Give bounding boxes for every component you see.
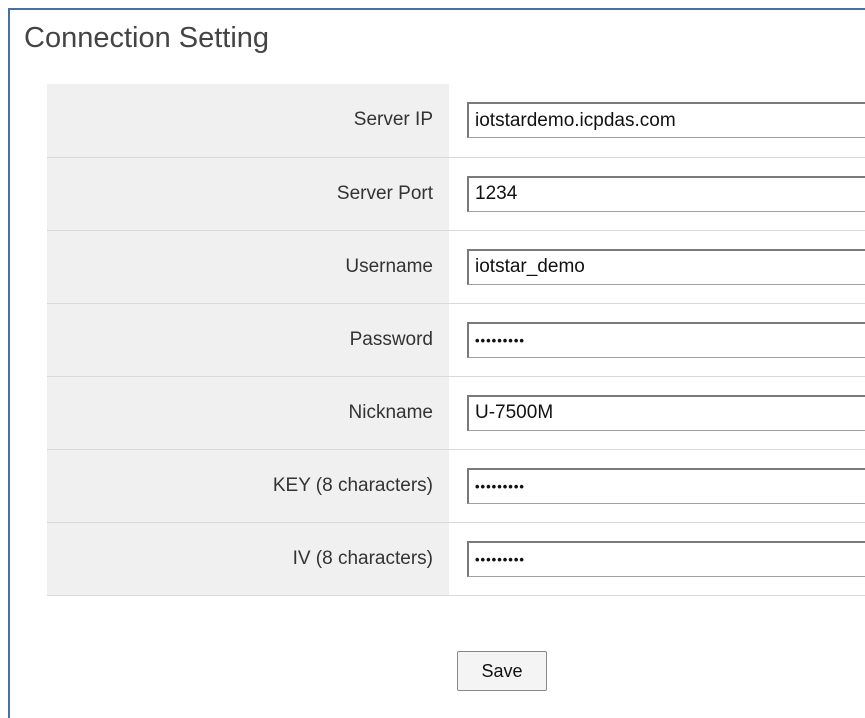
nickname-input[interactable]	[467, 394, 865, 431]
nickname-label: Nickname	[47, 375, 449, 449]
form-row-key: KEY (8 characters)	[47, 448, 865, 522]
form-row-server-ip: Server IP	[47, 84, 865, 157]
key-input[interactable]	[467, 467, 865, 504]
form-row-username: Username	[47, 229, 865, 303]
server-ip-input[interactable]	[467, 102, 865, 139]
form-row-server-port: Server Port	[47, 156, 865, 230]
password-label: Password	[47, 302, 449, 376]
iv-input[interactable]	[467, 540, 865, 577]
iv-label: IV (8 characters)	[47, 521, 449, 596]
form-row-password: Password	[47, 302, 865, 376]
username-input[interactable]	[467, 248, 865, 285]
server-port-label: Server Port	[47, 156, 449, 230]
form-row-iv: IV (8 characters)	[47, 521, 865, 596]
password-input[interactable]	[467, 321, 865, 358]
panel-title: Connection Setting	[24, 22, 270, 54]
username-label: Username	[47, 229, 449, 303]
save-button[interactable]: Save	[457, 651, 547, 691]
connection-form: Server IP Server Port Username Password …	[47, 84, 865, 596]
server-port-input[interactable]	[467, 175, 865, 212]
connection-setting-panel: Connection Setting Server IP Server Port…	[8, 8, 865, 718]
key-label: KEY (8 characters)	[47, 448, 449, 522]
server-ip-label: Server IP	[47, 84, 449, 157]
form-row-nickname: Nickname	[47, 375, 865, 449]
